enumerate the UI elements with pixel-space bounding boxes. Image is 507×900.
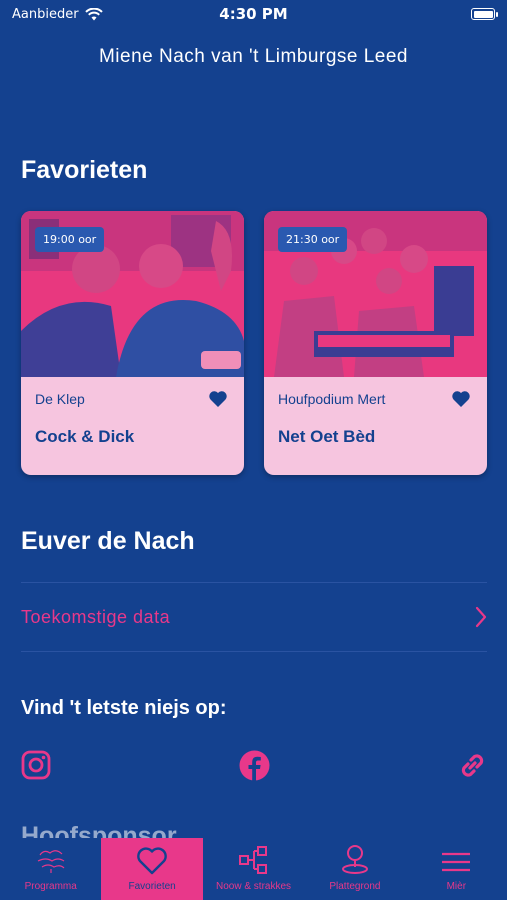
tab-label: Plattegrond <box>329 881 381 892</box>
favorite-card-net-oet-bed[interactable]: 21:30 oor Houfpodium Mert Net Oet Bèd <box>264 211 487 475</box>
artist-photo: 21:30 oor <box>264 211 487 377</box>
tab-mier[interactable]: Mièr <box>406 838 507 900</box>
tab-label: Mièr <box>446 881 467 892</box>
card-time-badge: 21:30 oor <box>278 227 348 252</box>
card-artist-name: Net Oet Bèd <box>278 427 376 446</box>
divider <box>21 651 487 652</box>
card-time-badge: 19:00 oor <box>35 227 105 252</box>
tab-label: Favorieten <box>128 881 176 892</box>
instagram-icon[interactable] <box>21 750 51 780</box>
link-icon[interactable] <box>457 750 488 781</box>
status-bar: Aanbieder 4:30 PM <box>0 0 507 28</box>
card-venue: Houfpodium Mert <box>278 391 386 407</box>
schedule-icon <box>238 846 267 874</box>
wifi-icon <box>84 7 103 20</box>
tab-noow-strakkes[interactable]: Noow & strakkes <box>203 838 304 900</box>
app-title: Miene Nach van 't Limburgse Leed <box>98 46 408 67</box>
future-dates-label: Toekomstige data <box>21 606 171 627</box>
heart-filled-icon[interactable] <box>208 390 228 408</box>
social-title: Vind 't letste niejs op: <box>21 697 227 719</box>
artist-photo: 19:00 oor <box>21 211 244 377</box>
chevron-right-icon <box>475 606 487 628</box>
heart-icon <box>137 847 167 875</box>
tab-label: Programma <box>24 881 77 892</box>
map-pin-icon <box>341 845 368 874</box>
favorite-card-cock-dick[interactable]: 19:00 oor De Klep Cock & Dick <box>21 211 244 475</box>
facebook-icon[interactable] <box>239 750 270 781</box>
card-venue: De Klep <box>35 391 85 407</box>
tab-favorieten[interactable]: Favorieten <box>101 838 203 900</box>
tab-bar: Programma Favorieten Noow & strakkes Pla… <box>0 838 507 900</box>
future-dates-link[interactable]: Toekomstige data <box>21 583 487 651</box>
heart-filled-icon[interactable] <box>451 390 471 408</box>
carrier-label: Aanbieder <box>12 6 79 22</box>
battery-icon <box>471 8 498 20</box>
tab-programma[interactable]: Programma <box>0 838 101 900</box>
card-artist-name: Cock & Dick <box>35 427 135 446</box>
tab-plattegrond[interactable]: Plattegrond <box>304 838 405 900</box>
logo-icon <box>37 850 65 873</box>
tab-label: Noow & strakkes <box>216 881 292 892</box>
about-title: Euver de Nach <box>21 527 195 555</box>
menu-icon <box>442 852 471 872</box>
favorites-title: Favorieten <box>21 156 148 184</box>
